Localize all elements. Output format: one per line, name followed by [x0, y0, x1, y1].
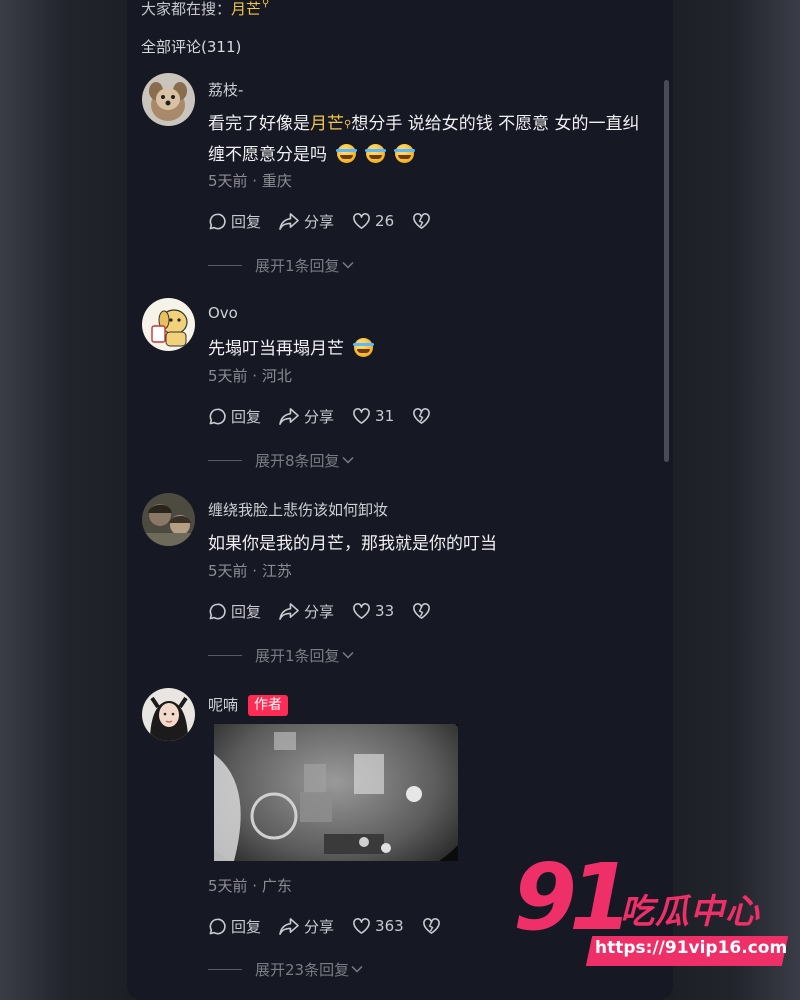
- broken-heart-icon: [413, 603, 431, 619]
- heart-icon: [353, 918, 370, 934]
- share-arrow-icon: [279, 602, 299, 620]
- expand-replies-button[interactable]: 展开1条回复: [208, 644, 354, 666]
- share-button[interactable]: 分享: [279, 601, 334, 622]
- reply-button[interactable]: 回复: [208, 406, 261, 427]
- comment-username[interactable]: 荔枝-: [208, 79, 243, 100]
- comment-meta: 5天前 · 河北: [208, 367, 292, 385]
- like-count: 26: [375, 212, 395, 230]
- laughing-tears-emoji-icon: [336, 144, 357, 163]
- comment-username[interactable]: 呢喃 作者: [208, 694, 289, 716]
- broken-heart-icon: [413, 408, 431, 424]
- reply-bubble-icon: [209, 918, 226, 934]
- comment-image-attachment[interactable]: [214, 724, 458, 861]
- reply-bubble-icon: [209, 408, 226, 424]
- author-badge: 作者: [248, 695, 289, 716]
- avatar[interactable]: [142, 73, 195, 126]
- dislike-button[interactable]: [412, 212, 435, 230]
- comment-actions: 回复 分享 31: [208, 404, 453, 428]
- expand-replies-button[interactable]: 展开8条回复: [208, 449, 354, 471]
- dislike-button[interactable]: [412, 407, 435, 425]
- like-count: 363: [375, 917, 404, 935]
- dislike-button[interactable]: [422, 917, 445, 935]
- reply-button[interactable]: 回复: [208, 601, 261, 622]
- comment-text: 先塌叮当再塌月芒: [208, 334, 653, 365]
- watermark-url: https://91vip16.com: [595, 938, 788, 958]
- comment-meta: 5天前 · 江苏: [208, 562, 292, 580]
- expand-replies-button[interactable]: 展开1条回复: [208, 254, 354, 276]
- reply-bubble-icon: [209, 603, 226, 619]
- search-keyword-link[interactable]: 月芒: [310, 114, 344, 134]
- share-arrow-icon: [279, 212, 299, 230]
- chevron-down-icon: [351, 965, 363, 973]
- reply-button[interactable]: 回复: [208, 211, 261, 232]
- comment-text: 看完了好像是月芒⚲想分手 说给女的钱 不愿意 女的一直纠缠不愿意分是吗: [208, 114, 640, 165]
- dislike-button[interactable]: [412, 602, 435, 620]
- divider-line: [208, 264, 242, 266]
- heart-icon: [353, 603, 370, 619]
- comment-username[interactable]: Ovo: [208, 304, 238, 322]
- comment-item: Ovo 先塌叮当再塌月芒 5天前 · 河北 回复 分享 31 展开8条回复: [127, 298, 673, 498]
- share-button[interactable]: 分享: [279, 916, 334, 937]
- like-button[interactable]: 31: [352, 407, 394, 425]
- avatar[interactable]: [142, 688, 195, 741]
- comment-actions: 回复 分享 26: [208, 209, 453, 233]
- expand-replies-button[interactable]: 展开23条回复: [208, 958, 363, 980]
- heart-icon: [353, 408, 370, 424]
- avatar[interactable]: [142, 298, 195, 351]
- site-watermark: 91 吃瓜中心 https://91vip16.com: [513, 852, 793, 974]
- watermark-title: 吃瓜中心: [620, 892, 760, 932]
- broken-heart-icon: [413, 213, 431, 229]
- trending-search-keyword[interactable]: 月芒: [231, 0, 261, 18]
- share-button[interactable]: 分享: [279, 406, 334, 427]
- share-arrow-icon: [279, 917, 299, 935]
- trending-search-prefix: 大家都在搜：: [141, 0, 232, 18]
- divider-line: [208, 968, 242, 970]
- like-button[interactable]: 363: [352, 917, 404, 935]
- comment-item: 缠绕我脸上悲伤该如何卸妆 如果你是我的月芒，那我就是你的叮当 5天前 · 江苏 …: [127, 493, 673, 693]
- divider-line: [208, 654, 242, 656]
- laughing-tears-emoji-icon: [353, 338, 374, 357]
- comment-text: 如果你是我的月芒，那我就是你的叮当: [208, 534, 497, 554]
- avatar[interactable]: [142, 493, 195, 546]
- comment-actions: 回复 分享 363: [208, 914, 463, 938]
- comment-count: 全部评论(311): [141, 38, 242, 56]
- chevron-down-icon: [342, 651, 354, 659]
- share-button[interactable]: 分享: [279, 211, 334, 232]
- search-icon: ⚲: [262, 0, 270, 9]
- comment-meta: 5天前 · 广东: [208, 877, 292, 895]
- laughing-tears-emoji-icon: [365, 144, 386, 163]
- heart-icon: [353, 213, 370, 229]
- like-count: 33: [375, 602, 395, 620]
- chevron-down-icon: [342, 456, 354, 464]
- reply-button[interactable]: 回复: [208, 916, 261, 937]
- like-button[interactable]: 33: [352, 602, 394, 620]
- reply-bubble-icon: [209, 213, 226, 229]
- comment-actions: 回复 分享 33: [208, 599, 453, 623]
- chevron-down-icon: [342, 261, 354, 269]
- like-button[interactable]: 26: [352, 212, 394, 230]
- watermark-number: 91: [513, 844, 633, 951]
- share-arrow-icon: [279, 407, 299, 425]
- comment-meta: 5天前 · 重庆: [208, 172, 292, 190]
- laughing-tears-emoji-icon: [394, 144, 415, 163]
- comment-item: 荔枝- 看完了好像是月芒⚲想分手 说给女的钱 不愿意 女的一直纠缠不愿意分是吗 …: [127, 73, 673, 276]
- divider-line: [208, 459, 242, 461]
- trending-search-bar[interactable]: 大家都在搜：月芒⚲: [141, 0, 269, 19]
- like-count: 31: [375, 407, 395, 425]
- comment-username[interactable]: 缠绕我脸上悲伤该如何卸妆: [208, 499, 388, 520]
- broken-heart-icon: [422, 918, 440, 934]
